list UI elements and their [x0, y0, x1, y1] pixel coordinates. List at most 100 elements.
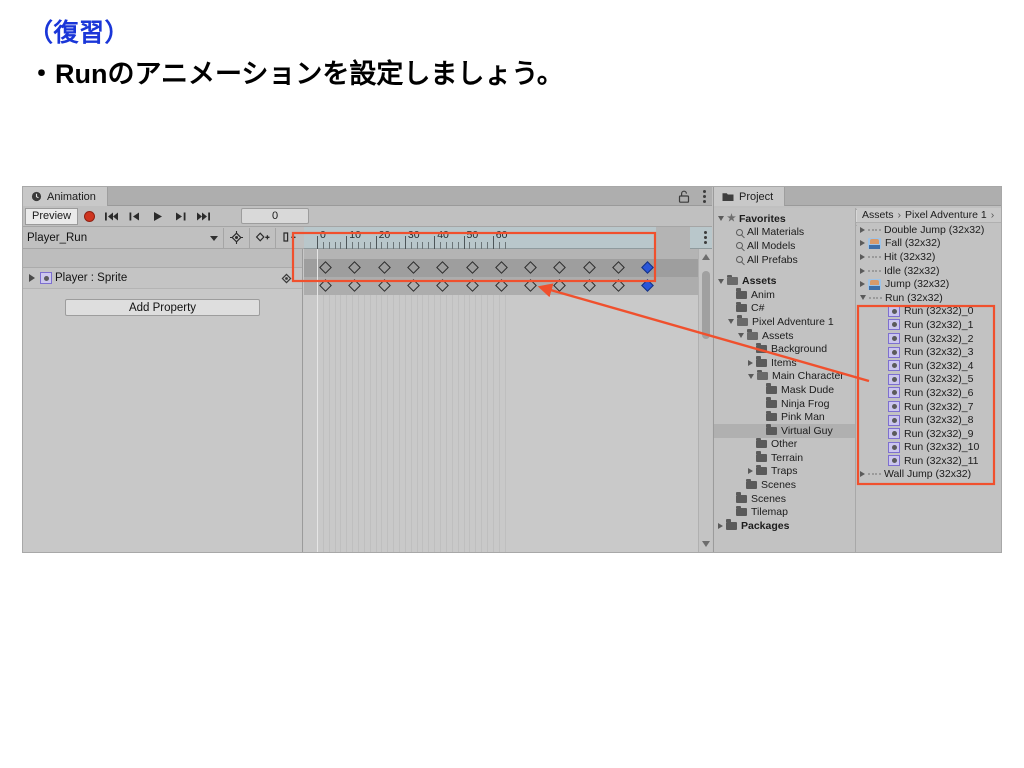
triangle-down-icon[interactable]	[718, 216, 724, 222]
keyframe[interactable]	[582, 279, 596, 292]
asset-row[interactable]: Run (32x32)_7	[857, 400, 1001, 414]
tree-item-tilemap[interactable]: Tilemap	[714, 505, 855, 519]
tree-item-main-character[interactable]: Main Character	[714, 369, 855, 384]
asset-rows[interactable]: Double Jump (32x32) Fall (32x32) Hit (32x3…	[857, 223, 1001, 481]
triangle-right-icon[interactable]	[29, 274, 35, 282]
triangle-down-icon[interactable]	[718, 278, 724, 284]
keyframe[interactable]	[494, 261, 508, 274]
tree-item-assets[interactable]: Assets	[714, 274, 855, 288]
tree-item-favorites[interactable]: ★ Favorites	[714, 212, 855, 226]
keyframe[interactable]	[612, 261, 625, 274]
asset-row[interactable]: Run (32x32)_10	[857, 441, 1001, 455]
triangle-right-icon[interactable]	[860, 253, 865, 260]
keyframe[interactable]	[436, 261, 450, 274]
keyframe[interactable]	[407, 279, 420, 292]
triangle-down-icon[interactable]	[748, 373, 754, 379]
asset-row[interactable]: Run (32x32)_6	[857, 386, 1001, 400]
keyframe[interactable]	[319, 279, 332, 292]
keyframe[interactable]	[553, 261, 567, 274]
triangle-right-icon[interactable]	[860, 281, 865, 288]
keyframe[interactable]	[465, 279, 479, 292]
triangle-right-icon[interactable]	[860, 240, 865, 247]
playhead[interactable]	[317, 249, 318, 552]
add-event-button[interactable]	[276, 227, 301, 248]
last-frame-button[interactable]	[192, 208, 215, 225]
lock-open-icon[interactable]	[678, 190, 690, 203]
animation-menu-icon[interactable]	[702, 190, 706, 203]
timeline-menu-icon[interactable]	[703, 231, 707, 244]
keyframe[interactable]	[348, 261, 362, 274]
tab-project[interactable]: Project	[714, 187, 786, 206]
keyframe[interactable]	[377, 261, 391, 274]
keyframe[interactable]	[524, 279, 537, 292]
tree-item-scenes[interactable]: Scenes	[714, 492, 855, 506]
tree-item-c[interactable]: C#	[714, 301, 855, 316]
asset-row[interactable]: Run (32x32)	[857, 291, 1001, 305]
current-frame-input[interactable]: 0	[241, 208, 309, 224]
asset-row[interactable]: Double Jump (32x32)	[857, 223, 1001, 237]
tree-item-packages[interactable]: Packages	[714, 519, 855, 533]
tree-item-pixel-adventure-1[interactable]: Pixel Adventure 1	[714, 315, 855, 329]
triangle-down-icon[interactable]	[860, 295, 866, 301]
asset-row[interactable]: Jump (32x32)	[857, 277, 1001, 291]
asset-row[interactable]: Run (32x32)_3	[857, 345, 1001, 359]
breadcrumb-item[interactable]: Assets	[862, 209, 894, 221]
tree-item-scenes[interactable]: Scenes	[714, 478, 855, 492]
keyframe[interactable]	[407, 261, 420, 274]
triangle-down-icon[interactable]	[738, 333, 744, 339]
breadcrumb-item[interactable]: Pixel Adventure 1	[905, 209, 987, 221]
triangle-right-icon[interactable]	[748, 359, 753, 366]
tree-item-all-prefabs[interactable]: All Prefabs	[714, 253, 855, 267]
first-frame-button[interactable]	[100, 208, 123, 225]
asset-row[interactable]: Hit (32x32)	[857, 250, 1001, 264]
tab-animation[interactable]: Animation	[23, 187, 108, 206]
scroll-down-icon[interactable]	[702, 541, 710, 547]
triangle-down-icon[interactable]	[728, 319, 734, 325]
keyframe-selected[interactable]	[641, 261, 655, 274]
tree-item-pink-man[interactable]: Pink Man	[714, 410, 855, 424]
keyframe[interactable]	[524, 261, 537, 274]
keyframe[interactable]	[582, 261, 596, 274]
scroll-up-icon[interactable]	[702, 254, 710, 260]
add-property-button[interactable]: Add Property	[65, 299, 260, 316]
keyframe[interactable]	[612, 279, 625, 292]
tree-item-virtual-guy[interactable]: Virtual Guy	[714, 423, 855, 438]
tree-item-assets[interactable]: Assets	[714, 329, 855, 343]
tree-item-ninja-frog[interactable]: Ninja Frog	[714, 397, 855, 411]
track-row-sprite-keys[interactable]	[304, 277, 698, 295]
tree-item-traps[interactable]: Traps	[714, 464, 855, 479]
add-keyframe-button[interactable]	[224, 227, 249, 248]
previous-frame-button[interactable]	[123, 208, 146, 225]
tree-item-anim[interactable]: Anim	[714, 288, 855, 302]
keyframe[interactable]	[465, 261, 479, 274]
property-row-player-sprite[interactable]: Player : Sprite	[23, 268, 302, 289]
tree-item-terrain[interactable]: Terrain	[714, 451, 855, 465]
keyframe[interactable]	[377, 279, 391, 292]
triangle-right-icon[interactable]	[748, 468, 753, 475]
asset-row[interactable]: Run (32x32)_4	[857, 359, 1001, 373]
triangle-right-icon[interactable]	[860, 226, 865, 233]
keyframe[interactable]	[494, 279, 508, 292]
tree-item-mask-dude[interactable]: Mask Dude	[714, 383, 855, 397]
project-tree[interactable]: ★ Favorites All Materials All Models All Pre…	[714, 208, 856, 552]
asset-row[interactable]: Run (32x32)_0	[857, 305, 1001, 319]
triangle-right-icon[interactable]	[718, 522, 723, 529]
tree-item-items[interactable]: Items	[714, 356, 855, 370]
add-keyframe-plus-button[interactable]	[250, 227, 275, 248]
track-row-summary-keys[interactable]	[304, 259, 698, 277]
keyframe[interactable]	[553, 279, 567, 292]
record-button[interactable]	[78, 208, 100, 225]
timeline-scroll-thumb[interactable]	[702, 271, 710, 339]
timeline-scrollbar[interactable]	[698, 249, 712, 552]
keyframe-selected[interactable]	[641, 279, 655, 292]
breadcrumb[interactable]: Assets › Pixel Adventure 1 ›	[857, 208, 1001, 223]
keyframe[interactable]	[436, 279, 450, 292]
tree-item-other[interactable]: Other	[714, 437, 855, 452]
asset-row[interactable]: Run (32x32)_1	[857, 318, 1001, 332]
keyframe-diamond-icon[interactable]	[281, 273, 292, 284]
asset-row[interactable]: Run (32x32)_2	[857, 332, 1001, 346]
asset-row[interactable]: Run (32x32)_11	[857, 454, 1001, 468]
asset-row[interactable]: Run (32x32)_9	[857, 427, 1001, 441]
next-frame-button[interactable]	[169, 208, 192, 225]
keyframe[interactable]	[319, 261, 332, 274]
